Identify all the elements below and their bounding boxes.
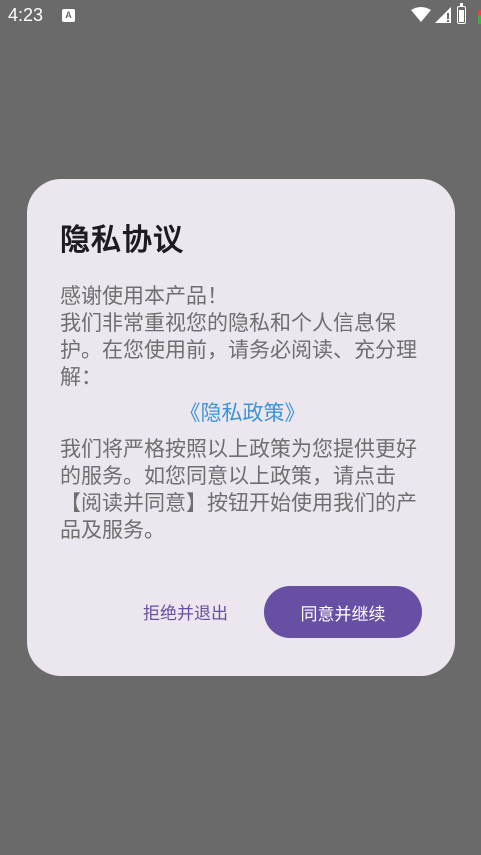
outro-text: 我们将严格按照以上政策为您提供更好的服务。如您同意以上政策，请点击【阅读并同意】… (60, 437, 417, 542)
dialog-body: 感谢使用本产品！ 我们非常重视您的隐私和个人信息保护。在您使用前，请务必阅读、充… (60, 283, 425, 544)
battery-icon (457, 3, 466, 24)
intro-line-1: 感谢使用本产品！ (60, 284, 228, 308)
agree-continue-button[interactable]: 同意并继续 (264, 586, 422, 638)
dialog-title: 隐私协议 (60, 223, 184, 258)
notification-icon: A (62, 9, 75, 22)
dialog-actions: 拒绝并退出 同意并继续 (27, 586, 455, 638)
privacy-policy-link[interactable]: 《隐私政策》 (60, 400, 425, 427)
reject-exit-button[interactable]: 拒绝并退出 (143, 599, 228, 624)
status-time: 4:23 (8, 5, 44, 25)
wifi-icon (411, 7, 431, 22)
privacy-dialog: 隐私协议 感谢使用本产品！ 我们非常重视您的隐私和个人信息保护。在您使用前，请务… (27, 179, 455, 676)
signal-icon (435, 7, 451, 23)
status-bar: 4:23 A (0, 0, 481, 34)
intro-line-2: 我们非常重视您的隐私和个人信息保护。在您使用前，请务必阅读、充分理解： (60, 311, 417, 389)
